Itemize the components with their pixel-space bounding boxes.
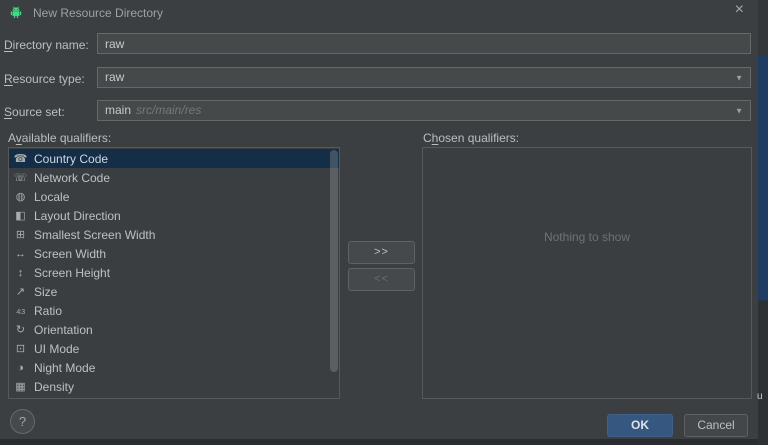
source-set-label: Source set: [4, 105, 65, 119]
height-arrows-icon [13, 267, 28, 279]
add-qualifier-button[interactable]: >> [348, 241, 415, 264]
available-qualifiers-list[interactable]: Country Code Network Code Locale Layout … [8, 147, 340, 399]
globe-icon [13, 190, 28, 203]
help-button[interactable]: ? [10, 409, 35, 434]
list-item-country-code[interactable]: Country Code [9, 149, 339, 168]
remove-qualifier-button[interactable]: << [348, 268, 415, 291]
empty-state-text: Nothing to show [543, 230, 631, 244]
ok-button[interactable]: OK [607, 414, 673, 437]
source-set-path: src/main/res [136, 103, 202, 117]
chevron-down-icon: ▼ [735, 106, 743, 115]
arrow-left-box-icon [13, 209, 28, 222]
monitor-icon [13, 342, 28, 355]
chosen-qualifiers-label: Chosen qualifiers: [423, 131, 520, 145]
list-item-size[interactable]: Size [9, 282, 339, 301]
list-item-network-code[interactable]: Network Code [9, 168, 339, 187]
background-text-fragment: u [757, 391, 763, 402]
resource-type-value: raw [105, 70, 125, 84]
list-scrollbar[interactable] [330, 150, 338, 372]
list-item-smallest-screen-width[interactable]: Smallest Screen Width [9, 225, 339, 244]
list-item-orientation[interactable]: Orientation [9, 320, 339, 339]
list-item-density[interactable]: Density [9, 377, 339, 396]
qualifier-list: Country Code Network Code Locale Layout … [9, 148, 339, 398]
expand-icon [13, 228, 28, 241]
list-item-touch-screen[interactable]: Touch Screen [9, 396, 339, 398]
diagonal-arrow-icon [13, 285, 28, 298]
background-ide-bottom-strip [0, 439, 758, 445]
list-item-layout-direction[interactable]: Layout Direction [9, 206, 339, 225]
new-resource-directory-dialog: New Resource Directory × Directory name:… [0, 0, 758, 439]
list-item-ratio[interactable]: Ratio [9, 301, 339, 320]
chosen-qualifiers-list[interactable]: Nothing to show [422, 147, 752, 399]
list-item-screen-width[interactable]: Screen Width [9, 244, 339, 263]
dialog-title: New Resource Directory [33, 6, 164, 20]
list-item-locale[interactable]: Locale [9, 187, 339, 206]
close-icon[interactable]: × [735, 2, 744, 18]
ratio-icon [13, 305, 28, 317]
directory-name-label: Directory name: [4, 38, 89, 52]
rotate-icon [13, 323, 28, 336]
list-item-screen-height[interactable]: Screen Height [9, 263, 339, 282]
half-moon-icon [13, 362, 28, 374]
android-icon [10, 6, 22, 19]
source-set-value: main [105, 103, 132, 117]
list-item-night-mode[interactable]: Night Mode [9, 358, 339, 377]
source-set-dropdown[interactable]: main src/main/res ▼ [97, 100, 751, 121]
available-qualifiers-label: Available qualifiers: [8, 131, 112, 145]
resource-type-label: Resource type: [4, 72, 85, 86]
phone-globe-icon [13, 152, 28, 165]
background-ide-strip [758, 0, 768, 445]
chevron-down-icon: ▼ [735, 73, 743, 82]
grid-icon [13, 380, 28, 393]
resource-type-dropdown[interactable]: raw ▼ [97, 67, 751, 88]
cancel-button[interactable]: Cancel [684, 414, 748, 437]
phone-signal-icon [13, 171, 28, 184]
list-item-ui-mode[interactable]: UI Mode [9, 339, 339, 358]
width-arrows-icon [13, 248, 28, 260]
directory-name-input[interactable] [97, 33, 751, 54]
